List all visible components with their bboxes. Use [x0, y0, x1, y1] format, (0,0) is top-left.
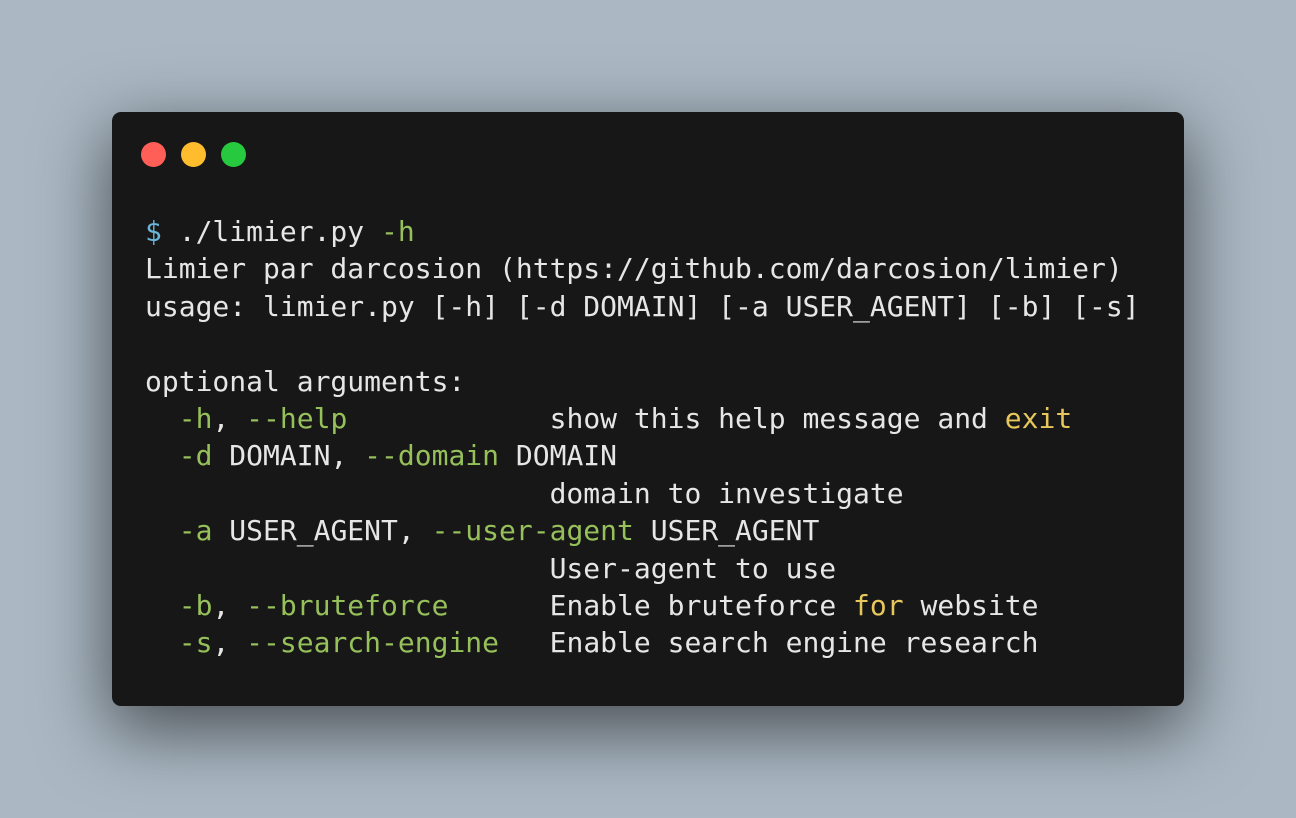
arg-domain-long: --domain	[364, 439, 500, 473]
arg-user-agent-long: --user-agent	[431, 514, 634, 548]
arg-user-agent-metavar-long: USER_AGENT	[633, 514, 820, 548]
arg-help-desc-keyword: exit	[1004, 401, 1073, 435]
arg-user-agent-desc: User-agent to use	[549, 551, 837, 585]
usage-line: usage: limier.py [-h] [-d DOMAIN] [-a US…	[145, 289, 1140, 323]
terminal-output: $ ./limier.py -h Limier par darcosion (ht…	[145, 213, 1164, 662]
arg-user-agent-metavar: USER_AGENT,	[212, 514, 432, 548]
arg-domain-line: -d DOMAIN, --domain DOMAIN	[145, 437, 1164, 474]
arg-help-sep: ,	[212, 401, 247, 435]
arg-search-engine-line: -s, --search-engine Enable search engine…	[145, 624, 1164, 661]
arg-bruteforce-desc-end: website	[903, 588, 1039, 622]
arg-search-engine-pad	[499, 626, 550, 659]
arg-bruteforce-sep: ,	[212, 588, 247, 622]
arg-help-pad	[347, 402, 549, 435]
arg-domain-short: -d	[178, 439, 213, 473]
arg-bruteforce-long: --bruteforce	[246, 588, 449, 622]
arg-bruteforce-desc-keyword: for	[853, 588, 904, 622]
arg-domain-desc-line: domain to investigate	[145, 475, 1164, 512]
arg-search-engine-sep: ,	[212, 626, 247, 660]
section-header: optional arguments:	[145, 364, 466, 398]
command-name: ./limier.py	[161, 215, 382, 248]
command-flag: -h	[381, 215, 415, 248]
arg-bruteforce-pad	[448, 589, 549, 622]
command-line: $ ./limier.py -h	[145, 213, 1164, 250]
close-icon[interactable]	[141, 142, 166, 167]
arg-search-engine-short: -s	[178, 626, 213, 660]
arg-domain-metavar-long: DOMAIN	[499, 439, 618, 473]
arg-search-engine-long: --search-engine	[246, 626, 500, 660]
arg-user-agent-line: -a USER_AGENT, --user-agent USER_AGENT	[145, 512, 1164, 549]
maximize-icon[interactable]	[221, 142, 246, 167]
arg-bruteforce-desc: Enable bruteforce	[549, 588, 854, 622]
arg-user-agent-desc-line: User-agent to use	[145, 550, 1164, 587]
arg-domain-indent	[145, 477, 550, 510]
banner-line: Limier par darcosion (https://github.com…	[145, 252, 1123, 286]
minimize-icon[interactable]	[181, 142, 206, 167]
arg-bruteforce-line: -b, --bruteforce Enable bruteforce for w…	[145, 587, 1164, 624]
prompt-symbol: $	[145, 215, 162, 248]
arg-user-agent-indent	[145, 552, 550, 585]
arg-domain-metavar: DOMAIN,	[212, 439, 365, 473]
arg-domain-desc: domain to investigate	[549, 476, 904, 510]
arg-help-short: -h	[178, 401, 213, 435]
terminal-window: $ ./limier.py -h Limier par darcosion (ht…	[112, 112, 1184, 706]
arg-help-line: -h, --help show this help message and ex…	[145, 400, 1164, 437]
arg-bruteforce-short: -b	[178, 588, 213, 622]
arg-help-long: --help	[246, 401, 348, 435]
arg-help-desc: show this help message and	[549, 401, 1005, 435]
arg-user-agent-short: -a	[178, 514, 213, 548]
arg-search-engine-desc: Enable search engine research	[549, 626, 1039, 660]
